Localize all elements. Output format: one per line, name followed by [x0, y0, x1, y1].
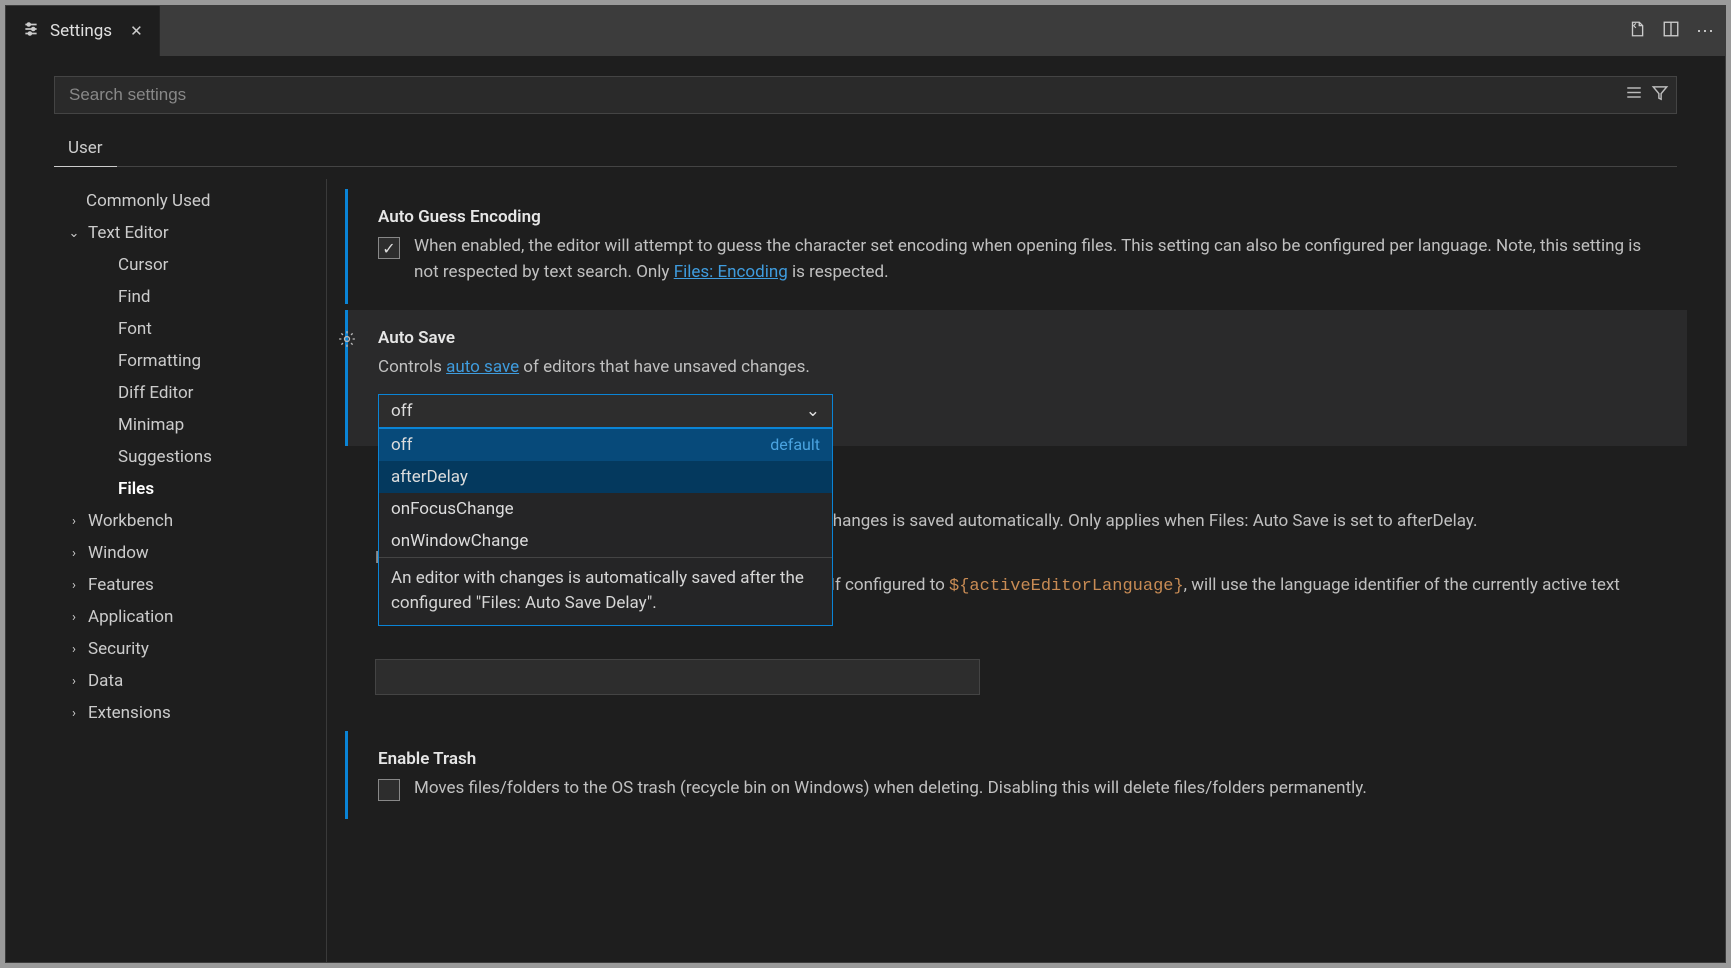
more-icon[interactable]: ⋯: [1693, 21, 1717, 42]
search-input[interactable]: [54, 76, 1677, 114]
sidebar-item-commonly-used[interactable]: Commonly Used: [52, 185, 316, 217]
setting-auto-save: Auto Save Controls auto save of editors …: [345, 310, 1687, 446]
sidebar-item-extensions[interactable]: ›Extensions: [52, 697, 316, 729]
close-icon[interactable]: ✕: [130, 22, 143, 40]
split-editor-icon[interactable]: [1659, 20, 1683, 43]
sidebar-item-data[interactable]: ›Data: [52, 665, 316, 697]
dropdown-auto-save: off default afterDelay onFocusChange onW…: [378, 428, 833, 626]
search-row: [54, 76, 1677, 114]
default-badge: default: [770, 435, 820, 455]
setting-enable-trash: Enable Trash Moves files/folders to the …: [345, 731, 1687, 819]
tab-title: Settings: [50, 21, 112, 41]
dropdown-option-off[interactable]: off default: [379, 429, 832, 461]
setting-auto-guess-encoding: Auto Guess Encoding When enabled, the ed…: [345, 189, 1687, 304]
dropdown-option-onfocuschange[interactable]: onFocusChange: [379, 493, 832, 525]
setting-title: Auto Save: [378, 328, 1667, 348]
setting-description: Moves files/folders to the OS trash (rec…: [414, 775, 1367, 801]
titlebar: Settings ✕ ⋯: [6, 6, 1725, 56]
select-auto-save[interactable]: off ⌄: [378, 394, 833, 428]
sidebar-item-workbench[interactable]: ›Workbench: [52, 505, 316, 537]
settings-editor: Auto Guess Encoding When enabled, the ed…: [326, 179, 1705, 962]
sidebar-item-application[interactable]: ›Application: [52, 601, 316, 633]
link-auto-save[interactable]: auto save: [446, 357, 519, 377]
chevron-down-icon: ⌄: [806, 401, 820, 421]
sidebar-item-find[interactable]: Find: [52, 281, 316, 313]
chevron-right-icon: ›: [66, 514, 82, 529]
tab-settings[interactable]: Settings ✕: [6, 6, 160, 56]
settings-content: User Commonly Used ⌄Text Editor Cursor F…: [6, 56, 1725, 962]
gear-icon[interactable]: [338, 330, 356, 353]
input-default-language[interactable]: [375, 659, 980, 695]
chevron-right-icon: ›: [66, 706, 82, 721]
sidebar-item-features[interactable]: ›Features: [52, 569, 316, 601]
chevron-right-icon: ›: [66, 578, 82, 593]
setting-title: Auto Guess Encoding: [378, 207, 1667, 227]
sidebar-item-files[interactable]: Files: [52, 473, 316, 505]
dropdown-option-onwindowchange[interactable]: onWindowChange: [379, 525, 832, 557]
app-frame: Settings ✕ ⋯: [5, 5, 1726, 963]
chevron-down-icon: ⌄: [66, 226, 82, 241]
scope-user[interactable]: User: [54, 130, 117, 167]
setting-title: Enable Trash: [378, 749, 1667, 769]
dropdown-hint: An editor with changes is automatically …: [379, 558, 832, 625]
checkbox-auto-guess-encoding[interactable]: [378, 237, 400, 259]
settings-list-icon: [22, 20, 40, 43]
setting-description: Controls auto save of editors that have …: [378, 354, 1667, 380]
sidebar-item-formatting[interactable]: Formatting: [52, 345, 316, 377]
sidebar-item-font[interactable]: Font: [52, 313, 316, 345]
filter-icon[interactable]: [1651, 84, 1669, 107]
select-value: off: [391, 401, 413, 421]
setting-description: When enabled, the editor will attempt to…: [414, 233, 1667, 286]
sidebar-item-window[interactable]: ›Window: [52, 537, 316, 569]
chevron-right-icon: ›: [66, 610, 82, 625]
sidebar-item-suggestions[interactable]: Suggestions: [52, 441, 316, 473]
sidebar-item-minimap[interactable]: Minimap: [52, 409, 316, 441]
chevron-right-icon: ›: [66, 546, 82, 561]
chevron-right-icon: ›: [66, 642, 82, 657]
clear-search-icon[interactable]: [1625, 84, 1643, 107]
link-files-auto-save[interactable]: Files: Auto Save: [1209, 511, 1329, 531]
link-files-encoding[interactable]: Files: Encoding: [674, 262, 788, 282]
chevron-right-icon: ›: [66, 674, 82, 689]
dropdown-option-afterdelay[interactable]: afterDelay: [379, 461, 832, 493]
sidebar-item-cursor[interactable]: Cursor: [52, 249, 316, 281]
sidebar-item-security[interactable]: ›Security: [52, 633, 316, 665]
open-settings-json-icon[interactable]: [1625, 20, 1649, 43]
titlebar-actions: ⋯: [1625, 6, 1725, 56]
settings-sidebar: Commonly Used ⌄Text Editor Cursor Find F…: [26, 179, 326, 962]
scope-tabs: User: [54, 130, 1677, 167]
sidebar-item-text-editor[interactable]: ⌄Text Editor: [52, 217, 316, 249]
checkbox-enable-trash[interactable]: [378, 779, 400, 801]
sidebar-item-diff-editor[interactable]: Diff Editor: [52, 377, 316, 409]
